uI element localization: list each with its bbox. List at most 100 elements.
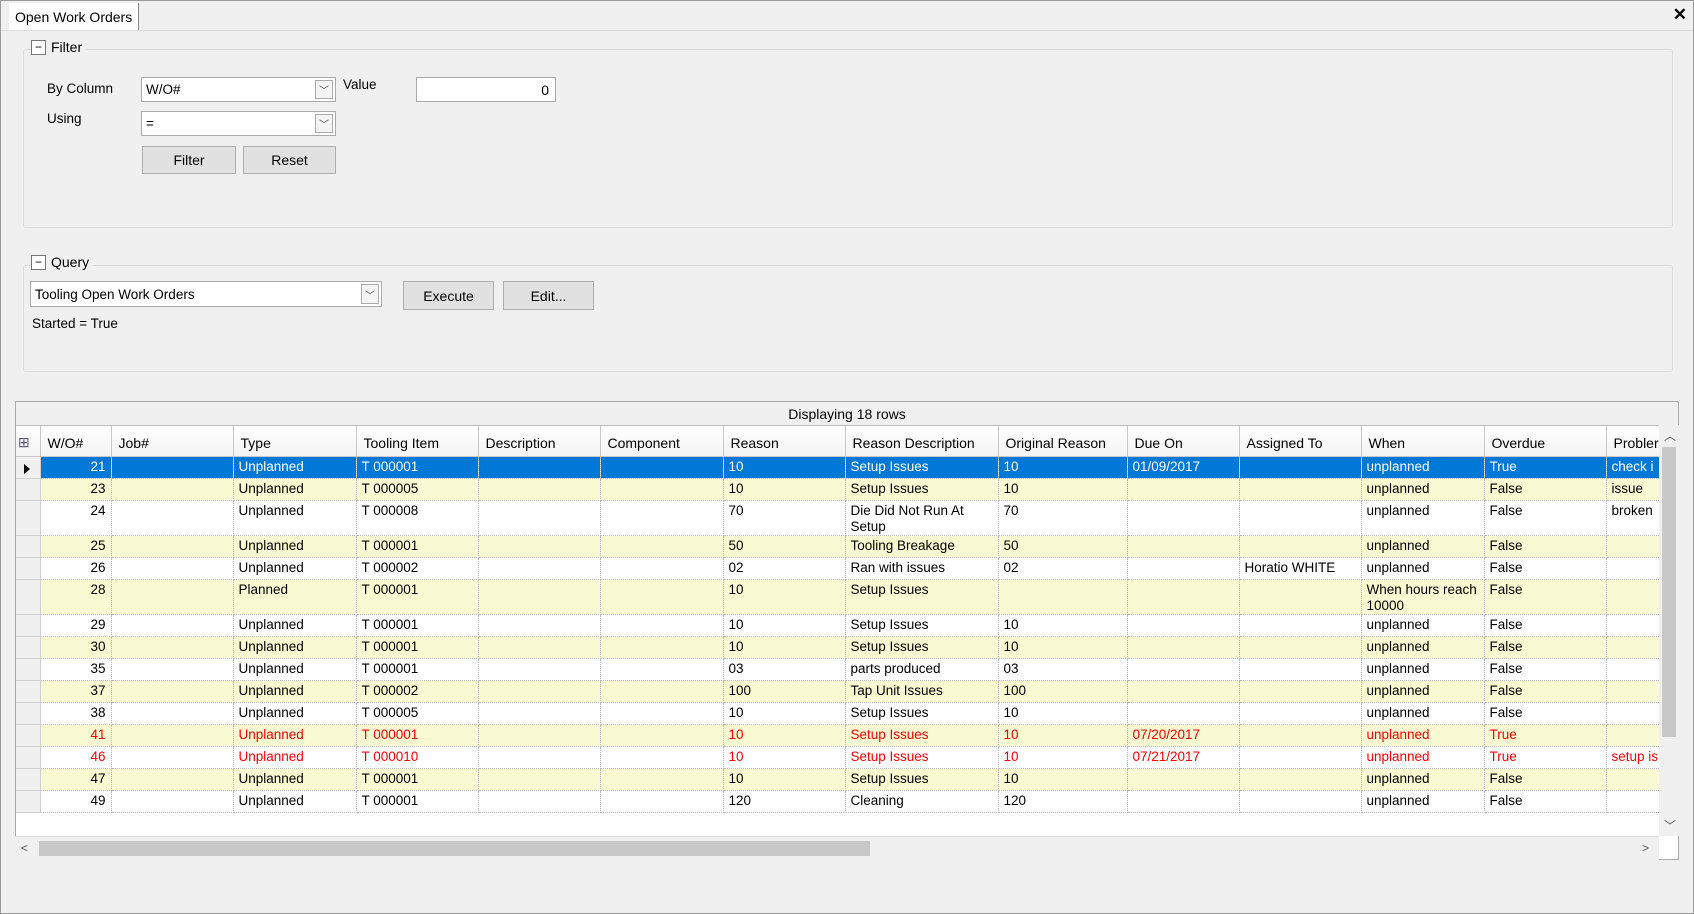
- table-cell[interactable]: 10: [723, 636, 846, 659]
- table-cell[interactable]: 46: [40, 746, 112, 769]
- table-cell[interactable]: T 000002: [356, 557, 479, 580]
- table-cell[interactable]: unplanned: [1361, 500, 1485, 536]
- table-cell[interactable]: False: [1484, 478, 1607, 501]
- table-cell[interactable]: [1127, 658, 1240, 681]
- table-cell[interactable]: check i: [1606, 456, 1661, 479]
- table-cell[interactable]: [1239, 746, 1362, 769]
- table-cell[interactable]: Horatio WHITE: [1239, 557, 1362, 580]
- row-header[interactable]: [16, 701, 41, 725]
- table-cell[interactable]: unplanned: [1361, 456, 1485, 479]
- table-cell[interactable]: [478, 456, 601, 479]
- table-cell[interactable]: [600, 768, 724, 791]
- table-row[interactable]: 26 Unplanned T 000002 02 Ran with issues 02 Ho…: [16, 556, 1661, 580]
- table-cell[interactable]: 07/20/2017: [1127, 724, 1240, 747]
- table-cell[interactable]: Setup Issues: [845, 636, 999, 659]
- table-cell[interactable]: [1606, 636, 1661, 659]
- table-cell[interactable]: 10: [998, 614, 1128, 637]
- table-cell[interactable]: T 000005: [356, 478, 479, 501]
- column-chooser-icon[interactable]: ⊞: [16, 426, 41, 457]
- table-cell[interactable]: 47: [40, 768, 112, 791]
- table-row[interactable]: 30 Unplanned T 000001 10 Setup Issues 10 unpla…: [16, 635, 1661, 659]
- table-cell[interactable]: 10: [998, 724, 1128, 747]
- table-row[interactable]: 35 Unplanned T 000001 03 parts produced 03 unp…: [16, 657, 1661, 681]
- table-cell[interactable]: issue: [1606, 478, 1661, 501]
- table-cell[interactable]: [478, 702, 601, 725]
- table-cell[interactable]: [478, 614, 601, 637]
- table-cell[interactable]: [1127, 680, 1240, 703]
- table-cell[interactable]: When hours reach 10000: [1361, 579, 1485, 615]
- table-cell[interactable]: [111, 724, 234, 747]
- table-cell[interactable]: False: [1484, 658, 1607, 681]
- table-cell[interactable]: 49: [40, 790, 112, 813]
- table-cell[interactable]: [1239, 579, 1362, 615]
- table-cell[interactable]: 10: [723, 702, 846, 725]
- table-cell[interactable]: False: [1484, 535, 1607, 558]
- row-header[interactable]: [16, 613, 41, 637]
- table-cell[interactable]: 03: [998, 658, 1128, 681]
- table-cell[interactable]: T 000001: [356, 790, 479, 813]
- table-cell[interactable]: 24: [40, 500, 112, 536]
- table-cell[interactable]: setup is: [1606, 746, 1661, 769]
- table-cell[interactable]: [1606, 614, 1661, 637]
- table-cell[interactable]: [600, 746, 724, 769]
- table-cell[interactable]: True: [1484, 724, 1607, 747]
- table-cell[interactable]: 10: [998, 768, 1128, 791]
- table-cell[interactable]: 50: [998, 535, 1128, 558]
- column-header[interactable]: Description: [478, 426, 601, 457]
- table-cell[interactable]: [1606, 535, 1661, 558]
- table-cell[interactable]: Planned: [233, 579, 357, 615]
- horizontal-scroll-thumb[interactable]: [39, 841, 870, 856]
- table-cell[interactable]: [478, 579, 601, 615]
- table-cell[interactable]: Ran with issues: [845, 557, 999, 580]
- filter-button[interactable]: Filter: [142, 146, 236, 174]
- table-cell[interactable]: [1606, 768, 1661, 791]
- table-cell[interactable]: Unplanned: [233, 456, 357, 479]
- table-cell[interactable]: Unplanned: [233, 636, 357, 659]
- table-cell[interactable]: [111, 456, 234, 479]
- table-cell[interactable]: [1127, 790, 1240, 813]
- table-cell[interactable]: 25: [40, 535, 112, 558]
- execute-button[interactable]: Execute: [403, 281, 494, 310]
- chevron-down-icon[interactable]: ﹀: [315, 114, 333, 133]
- table-cell[interactable]: [111, 478, 234, 501]
- column-header[interactable]: W/O#: [40, 426, 112, 457]
- column-header[interactable]: Reason Description: [845, 426, 999, 457]
- table-cell[interactable]: 26: [40, 557, 112, 580]
- table-cell[interactable]: Die Did Not Run At Setup: [845, 500, 999, 536]
- table-cell[interactable]: [111, 790, 234, 813]
- table-cell[interactable]: 03: [723, 658, 846, 681]
- table-cell[interactable]: 02: [723, 557, 846, 580]
- table-cell[interactable]: [478, 746, 601, 769]
- table-row[interactable]: 38 Unplanned T 000005 10 Setup Issues 10 unpla…: [16, 701, 1661, 725]
- table-cell[interactable]: [1606, 557, 1661, 580]
- table-cell[interactable]: unplanned: [1361, 702, 1485, 725]
- table-cell[interactable]: [1606, 680, 1661, 703]
- table-cell[interactable]: [1239, 702, 1362, 725]
- column-header[interactable]: Original Reason: [998, 426, 1128, 457]
- table-cell[interactable]: [1127, 535, 1240, 558]
- scroll-down-icon[interactable]: ﹀: [1664, 817, 1676, 834]
- table-cell[interactable]: [478, 500, 601, 536]
- row-header[interactable]: [16, 767, 41, 791]
- table-cell[interactable]: 10: [723, 614, 846, 637]
- table-cell[interactable]: unplanned: [1361, 478, 1485, 501]
- table-cell[interactable]: 120: [998, 790, 1128, 813]
- table-cell[interactable]: unplanned: [1361, 636, 1485, 659]
- table-cell[interactable]: Setup Issues: [845, 614, 999, 637]
- tab-open-work-orders[interactable]: Open Work Orders: [9, 3, 140, 31]
- table-cell[interactable]: Tap Unit Issues: [845, 680, 999, 703]
- table-row[interactable]: 25 Unplanned T 000001 50 Tooling Breakage 50 u…: [16, 534, 1661, 558]
- by-column-select[interactable]: W/O# ﹀: [141, 77, 336, 102]
- vertical-scrollbar[interactable]: ︿ ﹀: [1659, 425, 1679, 836]
- table-cell[interactable]: unplanned: [1361, 768, 1485, 791]
- table-cell[interactable]: 10: [723, 478, 846, 501]
- column-header[interactable]: Probler: [1606, 426, 1661, 457]
- value-input[interactable]: 0: [416, 77, 556, 102]
- table-cell[interactable]: 50: [723, 535, 846, 558]
- table-cell[interactable]: 100: [998, 680, 1128, 703]
- table-cell[interactable]: False: [1484, 500, 1607, 536]
- table-row[interactable]: 37 Unplanned T 000002 100 Tap Unit Issues 100…: [16, 679, 1661, 703]
- table-cell[interactable]: [600, 680, 724, 703]
- table-cell[interactable]: Setup Issues: [845, 456, 999, 479]
- table-cell[interactable]: 28: [40, 579, 112, 615]
